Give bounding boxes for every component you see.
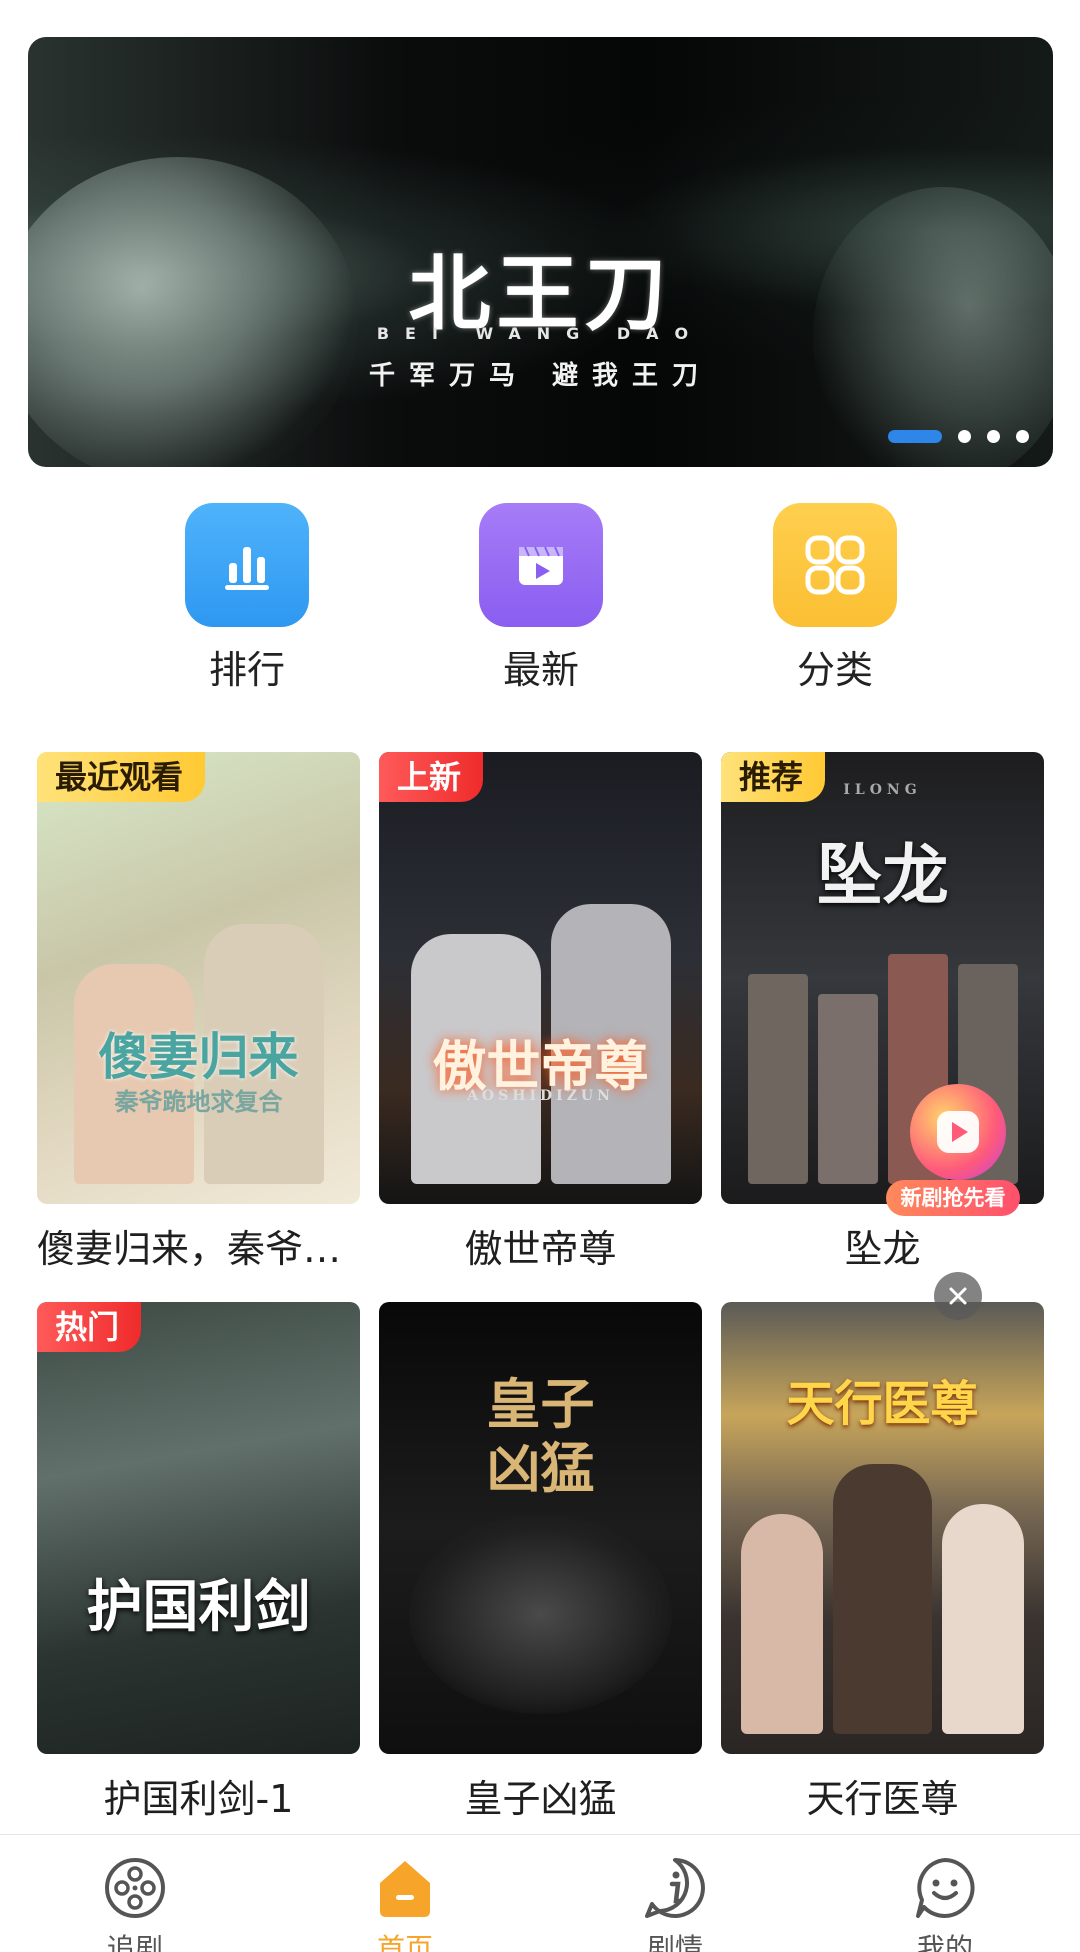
poster-title: 傻妻归来 — [98, 1027, 299, 1086]
poster-cast — [741, 1464, 1025, 1734]
film-reel-icon — [100, 1853, 170, 1923]
tab-follow[interactable]: 追剧 — [65, 1853, 205, 1952]
drama-title: 傲世帝尊 — [464, 1227, 617, 1271]
quick-nav-category[interactable]: 分类 — [755, 503, 915, 694]
carousel-indicator — [888, 430, 1029, 443]
tab-label: 我的 — [916, 1932, 973, 1952]
drama-card[interactable]: 皇子凶猛 皇子凶猛 — [379, 1302, 702, 1823]
bar-chart-icon — [185, 503, 309, 627]
carousel-dot-active[interactable] — [888, 430, 942, 443]
bottom-nav: 追剧 首页 剧情 我的 — [0, 1834, 1080, 1952]
poster-title: 坠龙 — [816, 836, 949, 914]
poster-title: 皇子凶猛 — [486, 1372, 595, 1500]
drama-title: 坠龙 — [844, 1227, 921, 1271]
banner-pinyin: BEI WANG DAO — [376, 324, 705, 343]
tab-mine[interactable]: 我的 — [875, 1853, 1015, 1952]
play-icon — [910, 1084, 1006, 1180]
poster-title: 护国利剑 — [86, 1574, 311, 1640]
drama-title: 傻妻归来，秦爷… — [37, 1227, 342, 1271]
carousel-dot[interactable] — [1016, 430, 1029, 443]
poster-subtitle: AOSHIDIZUN — [467, 1088, 614, 1104]
tag-recommend: 推荐 — [721, 752, 826, 802]
drama-title: 天行医尊 — [806, 1777, 959, 1821]
quick-nav-label: 排行 — [208, 648, 285, 692]
quick-nav: 排行 最新 分类 — [0, 503, 1080, 692]
close-icon[interactable] — [934, 1272, 982, 1320]
tab-label: 首页 — [376, 1932, 433, 1952]
tab-label: 追剧 — [106, 1932, 163, 1952]
banner-slogan: 千军万马 避我王刀 — [368, 361, 713, 391]
drama-poster[interactable]: 天行医尊 — [721, 1302, 1044, 1754]
home-page: 北王刀 BEI WANG DAO 千军万马 避我王刀 排行 最新 分类 傻妻归来… — [0, 0, 1080, 1952]
drama-card[interactable]: 傲世帝尊 AOSHIDIZUN 上新 傲世帝尊 — [379, 752, 702, 1273]
drama-poster[interactable]: 傲世帝尊 AOSHIDIZUN 上新 — [379, 752, 702, 1204]
drama-title: 护国利剑-1 — [103, 1777, 294, 1821]
info-icon — [640, 1853, 710, 1923]
smiley-chat-icon — [910, 1853, 980, 1923]
quick-nav-rank[interactable]: 排行 — [167, 503, 327, 694]
drama-card[interactable]: 护国利剑 热门 护国利剑-1 — [37, 1302, 360, 1823]
quick-nav-label: 分类 — [796, 648, 873, 692]
float-label: 新剧抢先看 — [886, 1180, 1020, 1216]
dragon-emblem — [409, 1514, 672, 1714]
new-drama-float[interactable]: 新剧抢先看 — [886, 1084, 1026, 1224]
tab-home[interactable]: 首页 — [335, 1853, 475, 1952]
quick-nav-label: 最新 — [502, 648, 579, 692]
drama-title: 皇子凶猛 — [464, 1777, 617, 1821]
tag-new: 上新 — [379, 752, 484, 802]
poster-subtitle: 秦爷跪地求复合 — [114, 1087, 283, 1116]
poster-title: 天行医尊 — [786, 1376, 979, 1432]
drama-poster[interactable]: 傻妻归来 秦爷跪地求复合 最近观看 — [37, 752, 360, 1204]
tag-recent: 最近观看 — [37, 752, 206, 802]
home-icon — [370, 1853, 440, 1923]
quick-nav-latest[interactable]: 最新 — [461, 503, 621, 694]
banner-carousel[interactable]: 北王刀 BEI WANG DAO 千军万马 避我王刀 — [28, 37, 1053, 467]
carousel-dot[interactable] — [987, 430, 1000, 443]
clapper-play-icon — [479, 503, 603, 627]
drama-card[interactable]: 傻妻归来 秦爷跪地求复合 最近观看 傻妻归来，秦爷… — [37, 752, 360, 1273]
tag-hot: 热门 — [37, 1302, 142, 1352]
carousel-dot[interactable] — [958, 430, 971, 443]
drama-card[interactable]: 天行医尊 天行医尊 — [721, 1302, 1044, 1823]
tab-plot[interactable]: 剧情 — [605, 1853, 745, 1952]
grid-icon — [773, 503, 897, 627]
tab-label: 剧情 — [646, 1932, 703, 1952]
drama-poster[interactable]: 皇子凶猛 — [379, 1302, 702, 1754]
drama-poster[interactable]: 护国利剑 热门 — [37, 1302, 360, 1754]
